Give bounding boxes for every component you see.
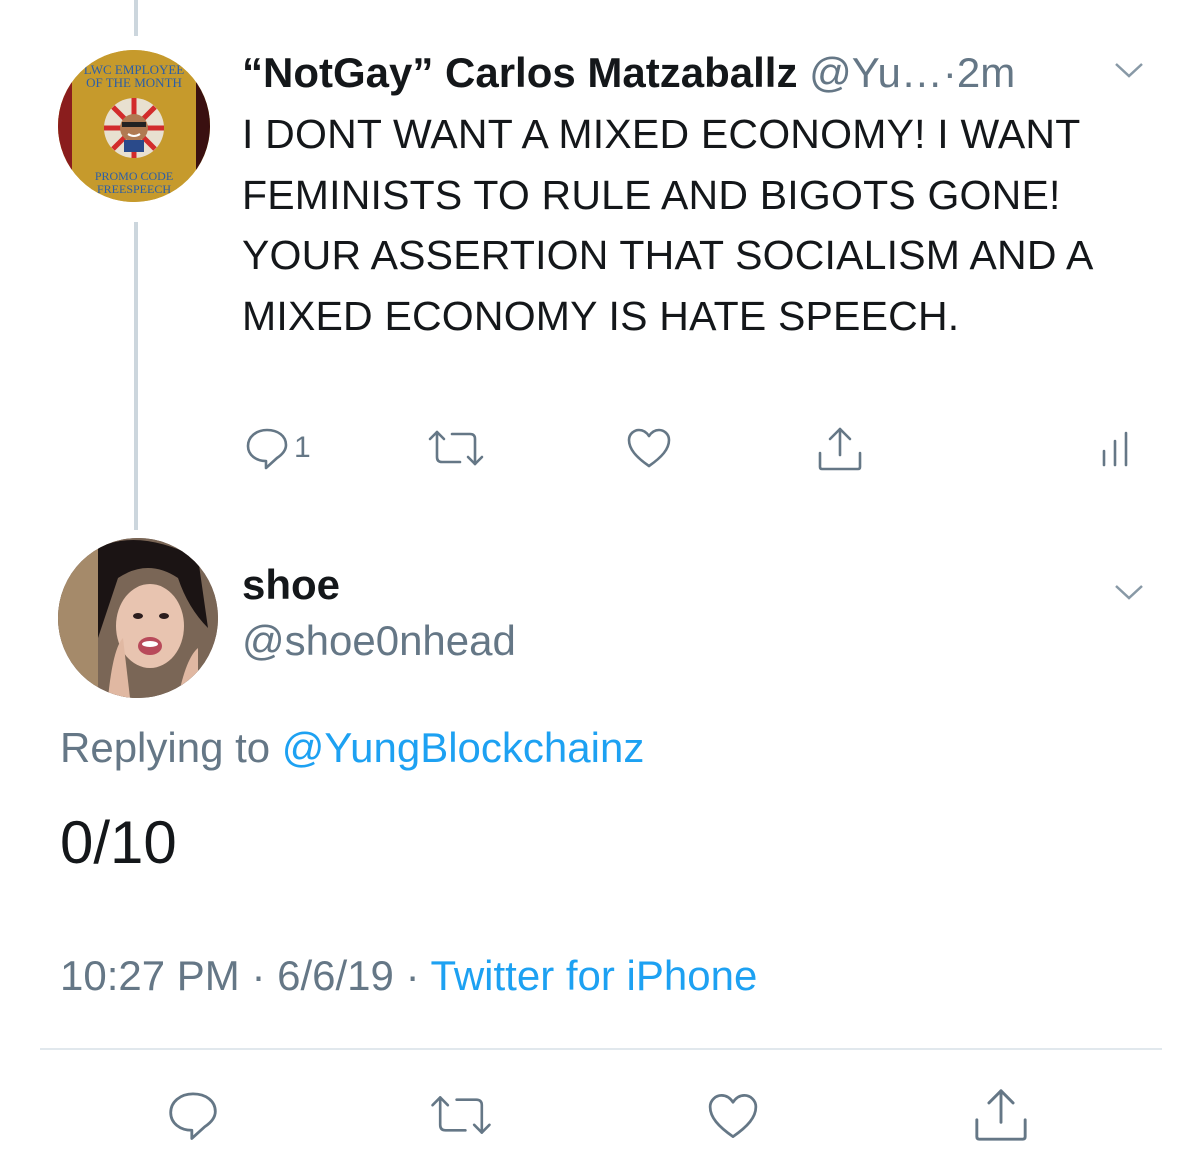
share-button[interactable]: [972, 1086, 1030, 1144]
parent-tweet-time[interactable]: 2m: [957, 49, 1015, 96]
chevron-down-icon[interactable]: [1112, 580, 1146, 604]
parent-tweet-text: I DONT WANT A MIXED ECONOMY! I WANT FEMI…: [242, 111, 1092, 339]
reply-icon: [166, 1088, 220, 1142]
divider: [40, 1048, 1162, 1050]
thread-line: [134, 0, 138, 36]
tweet-source-link[interactable]: Twitter for iPhone: [431, 952, 758, 999]
replying-to-label: Replying to: [60, 724, 271, 771]
main-tweet-handle[interactable]: @shoe0nhead: [242, 616, 516, 666]
reply-button[interactable]: 1: [244, 425, 311, 471]
svg-text:PROMO CODE: PROMO CODE: [95, 169, 173, 183]
thread-line: [134, 222, 138, 530]
parent-tweet-header: “NotGay” Carlos Matzaballz @Yu…·2m: [242, 48, 1142, 98]
main-tweet-text: 0/10: [60, 809, 177, 876]
main-tweet-avatar[interactable]: [58, 538, 218, 698]
svg-text:FREESPEECH: FREESPEECH: [97, 182, 171, 196]
analytics-button[interactable]: [1100, 431, 1130, 467]
svg-text:OF THE MONTH: OF THE MONTH: [86, 75, 182, 90]
replying-to-mention[interactable]: @YungBlockchainz: [282, 724, 645, 771]
reply-icon: [244, 425, 290, 471]
main-tweet-date: 6/6/19: [277, 952, 394, 999]
main-tweet-display-name[interactable]: shoe: [242, 560, 340, 610]
main-tweet-actions: [0, 1086, 1200, 1146]
reply-button[interactable]: [166, 1088, 220, 1142]
reply-count: 1: [294, 431, 311, 464]
parent-tweet-display-name[interactable]: “NotGay” Carlos Matzaballz: [242, 49, 797, 96]
main-tweet-time: 10:27 PM: [60, 952, 240, 999]
retweet-button[interactable]: [428, 1092, 494, 1138]
like-button[interactable]: [626, 427, 672, 469]
retweet-icon: [426, 427, 486, 469]
share-icon: [816, 425, 864, 473]
meta-separator: ·: [405, 952, 420, 999]
chevron-down-icon[interactable]: [1112, 58, 1146, 82]
like-icon: [706, 1092, 760, 1140]
replying-to-line: Replying to @YungBlockchainz: [60, 722, 644, 774]
analytics-icon: [1100, 431, 1130, 467]
like-button[interactable]: [706, 1092, 760, 1140]
parent-tweet-avatar[interactable]: LWC EMPLOYEE OF THE MONTH PROMO CODE FRE…: [58, 50, 210, 202]
parent-tweet-handle[interactable]: @Yu…: [809, 49, 943, 96]
parent-tweet-actions: 1: [0, 425, 1200, 475]
retweet-icon: [428, 1092, 494, 1138]
main-tweet-meta: 10:27 PM · 6/6/19 · Twitter for iPhone: [60, 950, 757, 1002]
retweet-button[interactable]: [426, 427, 486, 469]
like-icon: [626, 427, 672, 469]
meta-separator: ·: [251, 952, 266, 999]
tweet-detail-screen: LWC EMPLOYEE OF THE MONTH PROMO CODE FRE…: [0, 0, 1200, 1171]
share-icon: [972, 1086, 1030, 1144]
share-button[interactable]: [816, 425, 864, 473]
meta-separator: ·: [942, 49, 957, 96]
